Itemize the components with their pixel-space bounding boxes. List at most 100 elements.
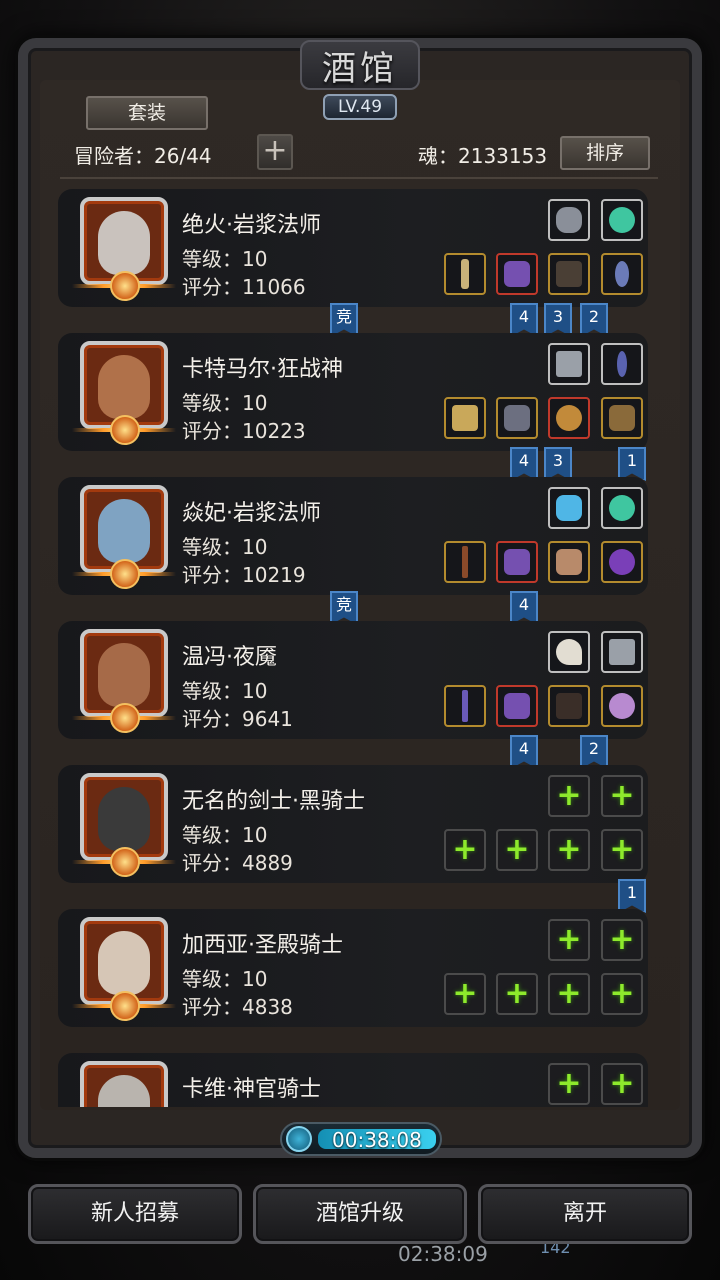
hero-name: 加西亚·圣殿骑士: [182, 933, 343, 958]
divider: [60, 177, 658, 179]
amulet-icon[interactable]: [601, 253, 643, 295]
sort-button[interactable]: 排序: [560, 136, 650, 170]
add-equip-icon[interactable]: +: [601, 775, 643, 817]
star-emblem-icon: [72, 271, 176, 301]
portrait-face: [98, 931, 150, 995]
add-equip-icon[interactable]: +: [548, 919, 590, 961]
ribbon-badge: 1: [618, 447, 646, 481]
emblem-icon[interactable]: [601, 631, 643, 673]
recruit-button[interactable]: 新人招募: [28, 1184, 242, 1244]
jade-gem-icon[interactable]: [601, 487, 643, 529]
crystal-icon[interactable]: [548, 487, 590, 529]
star-emblem-icon: [72, 991, 176, 1021]
hero-score: 评分：11066: [182, 275, 306, 299]
add-equip-icon[interactable]: +: [601, 829, 643, 871]
hero-level: 等级：10: [182, 391, 268, 415]
hero-name: 绝火·岩浆法师: [182, 213, 321, 238]
countdown-timer: 00:38:08: [280, 1122, 442, 1156]
emblem-icon[interactable]: [548, 343, 590, 385]
ribbon-badge: 竞: [330, 303, 358, 337]
staff-icon[interactable]: [444, 253, 486, 295]
portrait-face: [98, 787, 150, 851]
ribbon-badge: 3: [544, 447, 572, 481]
star-emblem-icon: [72, 559, 176, 589]
hero-level: 等级：10: [182, 967, 268, 991]
portrait-face: [98, 355, 150, 419]
hero-name: 卡特马尔·狂战神: [182, 357, 343, 382]
hero-list[interactable]: 绝火·岩浆法师 等级：10 评分：11066 竞 4 3 2 卡特马尔·狂战神 …: [58, 185, 662, 1107]
ribbon-badge: 4: [510, 591, 538, 625]
hero-card[interactable]: 加西亚·圣殿骑士 等级：10 评分：4838 + + + + + +: [58, 909, 648, 1027]
tavern-level-badge: LV.49: [323, 94, 397, 120]
hero-level: 等级：10: [182, 823, 268, 847]
mask-icon[interactable]: [548, 199, 590, 241]
ribbon-badge: 2: [580, 735, 608, 769]
hero-score: 评分：4889: [182, 851, 293, 875]
add-equip-icon[interactable]: +: [601, 973, 643, 1015]
add-equip-icon[interactable]: +: [444, 829, 486, 871]
ribbon-badge: 竞: [330, 591, 358, 625]
fang-icon[interactable]: [548, 631, 590, 673]
add-equip-icon[interactable]: +: [444, 973, 486, 1015]
jade-gem-icon[interactable]: [601, 199, 643, 241]
plus-icon: +: [262, 133, 288, 168]
page-title: 酒馆: [322, 48, 398, 89]
armor-icon[interactable]: [496, 253, 538, 295]
armor-icon[interactable]: [496, 685, 538, 727]
orb-icon[interactable]: [601, 541, 643, 583]
hero-card[interactable]: 无名的剑士·黑骑士 等级：10 评分：4889 + + + + + +: [58, 765, 648, 883]
add-equip-icon[interactable]: +: [548, 775, 590, 817]
ribbon-badge: 1: [618, 879, 646, 913]
add-equip-icon[interactable]: +: [601, 919, 643, 961]
ribbon-badge: 4: [510, 303, 538, 337]
hero-name: 焱妃·岩浆法师: [182, 501, 321, 526]
robe-icon[interactable]: [548, 253, 590, 295]
hero-portrait: [80, 1061, 168, 1107]
ribbon-badge: 2: [580, 303, 608, 337]
armor-icon[interactable]: [496, 541, 538, 583]
tavern-upgrade-button[interactable]: 酒馆升级: [253, 1184, 467, 1244]
hero-card[interactable]: 卡维·神官骑士 + +: [58, 1053, 648, 1107]
hero-card[interactable]: 温冯·夜魇 等级：10 评分：9641: [58, 621, 648, 739]
ring-icon[interactable]: [548, 397, 590, 439]
star-emblem-icon: [72, 847, 176, 877]
portrait-face: [98, 499, 150, 563]
add-equip-icon[interactable]: +: [496, 973, 538, 1015]
add-equip-icon[interactable]: +: [548, 829, 590, 871]
portrait-face: [98, 211, 150, 275]
necklace-icon[interactable]: [601, 343, 643, 385]
title-plate: 酒馆: [300, 40, 420, 90]
soul-count: 魂：2133153: [418, 144, 548, 168]
set-button[interactable]: 套装: [86, 96, 208, 130]
hero-score: 评分：9641: [182, 707, 293, 731]
hero-score: 评分：10219: [182, 563, 306, 587]
portrait-face: [98, 643, 150, 707]
hero-card[interactable]: 卡特马尔·狂战神 等级：10 评分：10223: [58, 333, 648, 451]
ring-icon[interactable]: [601, 685, 643, 727]
leave-button[interactable]: 离开: [478, 1184, 692, 1244]
axe-icon[interactable]: [444, 397, 486, 439]
hero-card[interactable]: 焱妃·岩浆法师 等级：10 评分：10219: [58, 477, 648, 595]
add-equip-icon[interactable]: +: [601, 1063, 643, 1105]
hero-score: 评分：10223: [182, 419, 306, 443]
add-equip-icon[interactable]: +: [496, 829, 538, 871]
hero-level: 等级：10: [182, 679, 268, 703]
hero-level: 等级：10: [182, 535, 268, 559]
portrait-face: [98, 1075, 150, 1107]
armor-icon[interactable]: [496, 397, 538, 439]
add-slot-button[interactable]: +: [257, 134, 293, 170]
cloak-icon[interactable]: [548, 685, 590, 727]
sword-icon[interactable]: [444, 685, 486, 727]
add-equip-icon[interactable]: +: [548, 1063, 590, 1105]
bracer-icon[interactable]: [548, 541, 590, 583]
bracer-icon[interactable]: [601, 397, 643, 439]
clock-icon: [286, 1126, 312, 1152]
timer-text: 00:38:08: [332, 1128, 422, 1152]
hero-level: 等级：10: [182, 247, 268, 271]
spear-icon[interactable]: [444, 541, 486, 583]
add-equip-icon[interactable]: +: [548, 973, 590, 1015]
hero-card[interactable]: 绝火·岩浆法师 等级：10 评分：11066: [58, 189, 648, 307]
hero-name: 无名的剑士·黑骑士: [182, 789, 365, 814]
star-emblem-icon: [72, 415, 176, 445]
hero-name: 卡维·神官骑士: [182, 1077, 321, 1102]
